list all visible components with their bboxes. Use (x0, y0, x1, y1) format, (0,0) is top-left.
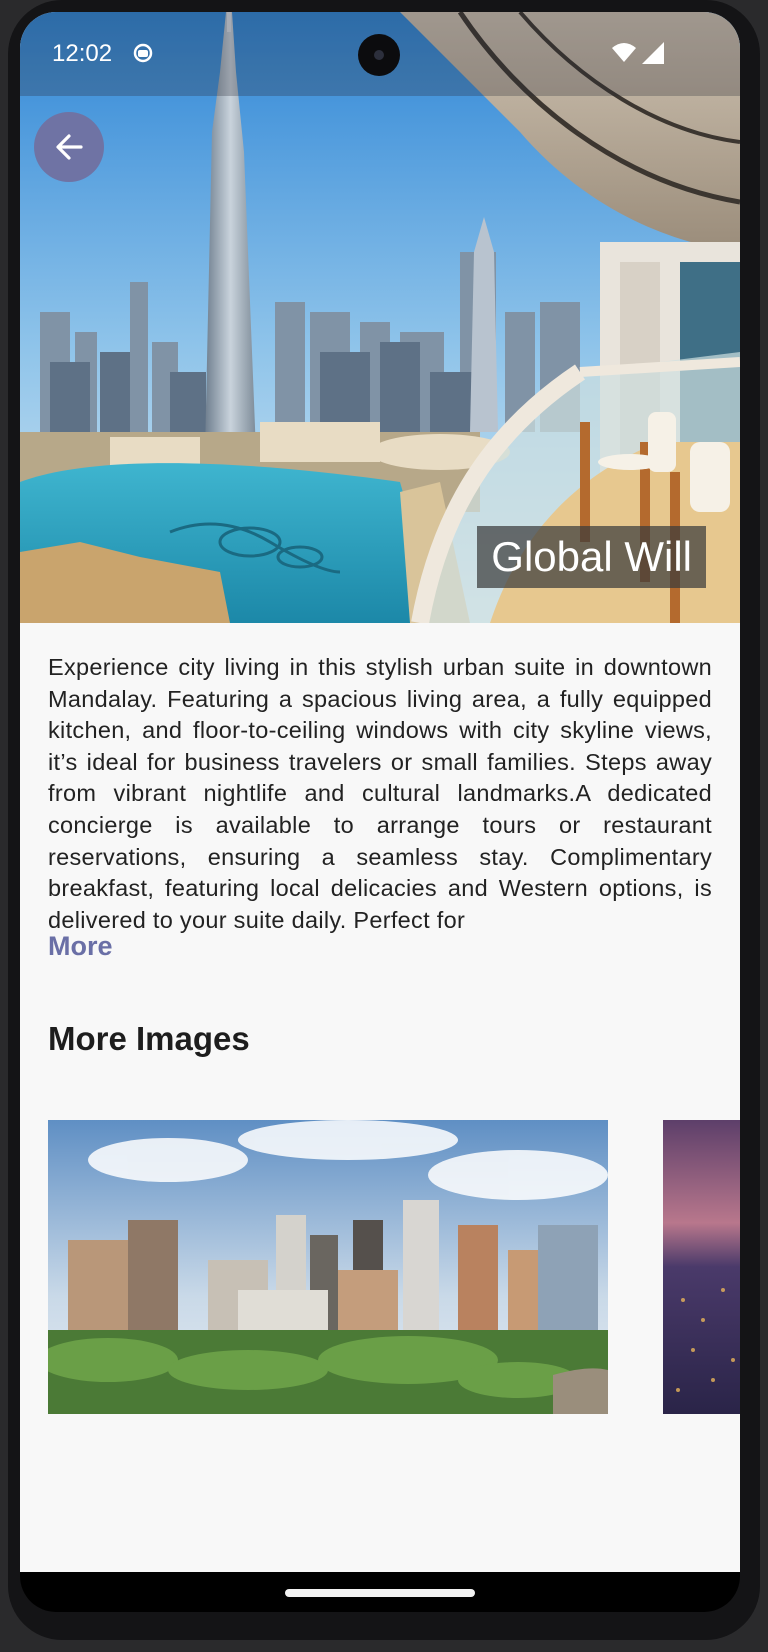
more-link[interactable]: More (48, 931, 113, 962)
status-indicators (612, 42, 664, 64)
home-indicator[interactable] (285, 1589, 475, 1597)
gallery-image[interactable] (48, 1120, 608, 1414)
more-images-heading: More Images (48, 1020, 250, 1057)
hero-image: 12:02 Global Will (20, 12, 740, 623)
back-button[interactable] (34, 112, 104, 182)
front-camera (358, 34, 400, 76)
property-detail-screen: 12:02 Global Will Experience city living… (20, 12, 740, 1572)
device-screen: 12:02 Global Will Experience city living… (20, 12, 740, 1612)
arrow-left-icon (56, 134, 83, 160)
image-gallery[interactable] (48, 1120, 740, 1416)
wifi-icon (612, 43, 636, 62)
property-title: Global Will (477, 526, 706, 588)
gallery-image[interactable] (663, 1120, 740, 1414)
signal-icon (642, 42, 664, 64)
sync-icon (133, 43, 153, 63)
status-time: 12:02 (52, 40, 113, 67)
property-description: Experience city living in this stylish u… (48, 654, 712, 933)
